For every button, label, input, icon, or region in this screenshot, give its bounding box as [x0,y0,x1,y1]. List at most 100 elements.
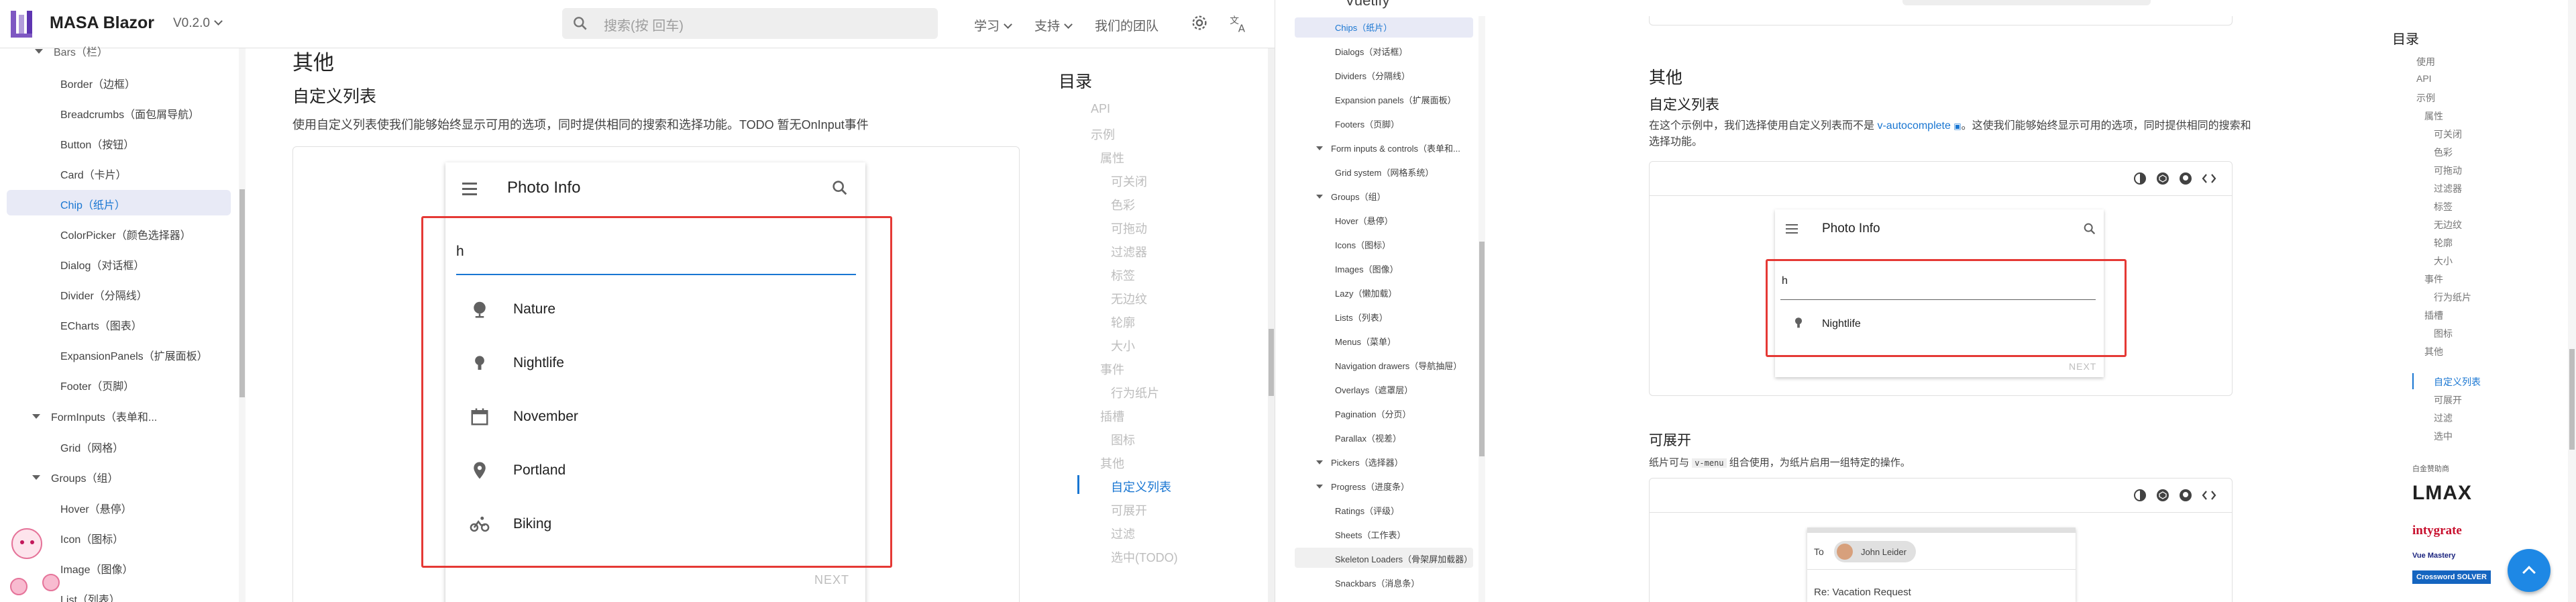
nav-support[interactable]: 支持 [1034,16,1073,34]
toc-item[interactable]: 插槽 [1100,407,1124,425]
toc-item[interactable]: 事件 [1100,360,1124,378]
toc-item[interactable]: 可拖动 [1111,219,1147,237]
sidebar-item-icons[interactable]: Icons（图标） [1335,238,1391,251]
sidebar-item-expansion-panels[interactable]: Expansion panels（扩展面板） [1335,93,1456,106]
sidebar-item-menus[interactable]: Menus（菜单） [1335,335,1396,348]
github-icon[interactable] [2179,489,2192,502]
next-button[interactable]: NEXT [2069,361,2096,372]
sidebar-item-image[interactable]: Image（图像） [60,560,133,576]
brand-title[interactable]: MASA Blazor [50,13,154,33]
toc-item[interactable]: 示例 [1091,126,1115,143]
toc-item[interactable]: 可展开 [2434,393,2462,407]
sidebar-item-colorpicker[interactable]: ColorPicker（颜色选择器） [60,226,191,242]
toc-item[interactable]: API [2416,73,2432,84]
github-icon[interactable] [2179,172,2192,185]
toc-item[interactable]: 属性 [1100,149,1124,166]
toc-item[interactable]: 行为纸片 [2434,291,2471,304]
translate-icon[interactable]: 文A [1229,13,1249,34]
sidebar-item-lazy[interactable]: Lazy（懒加载） [1335,287,1397,299]
toc-item[interactable]: 过滤 [1111,525,1135,542]
toc-item[interactable]: 色彩 [2434,146,2453,159]
vuetify-search-input[interactable] [1902,0,2151,5]
theme-invert-icon[interactable] [2133,172,2147,185]
sidebar-group-progress[interactable]: Progress（进度条） [1316,480,1409,493]
page-scroll-thumb[interactable] [2569,349,2575,450]
toc-item[interactable]: 轮廓 [2434,236,2453,250]
codepen-icon[interactable] [2156,172,2169,185]
toc-item[interactable]: 可拖动 [2434,164,2462,177]
sidebar-item-grid-system[interactable]: Grid system（网格系统） [1335,166,1434,179]
toc-item[interactable]: 其他 [1100,454,1124,472]
sidebar-item-footer[interactable]: Footer（页脚） [60,377,134,393]
codepen-icon[interactable] [2156,489,2169,502]
toc-item[interactable]: 无边纹 [2434,218,2462,232]
sponsor-intygrate[interactable]: intygrate [2412,523,2462,538]
version-select[interactable]: V0.2.0 [173,16,223,31]
toc-item[interactable]: 过滤 [2434,411,2453,425]
toc-item[interactable]: API [1091,102,1110,116]
sidebar-group-groups[interactable]: Groups（组） [1316,190,1386,203]
sidebar-item-hover[interactable]: Hover（悬停） [60,500,132,516]
sidebar-item-navigation-drawers[interactable]: Navigation drawers（导航抽屉） [1335,359,1462,372]
toc-item[interactable]: 使用 [2416,55,2435,68]
next-button[interactable]: NEXT [814,573,849,587]
sidebar-item-lists[interactable]: Lists（列表） [1335,311,1388,323]
code-icon[interactable] [2202,489,2216,502]
toc-item[interactable]: 大小 [2434,254,2453,268]
sidebar-group-groups[interactable]: Groups（组） [32,469,118,485]
sidebar-group-pickers[interactable]: Pickers（选择器） [1316,456,1403,468]
sidebar-item-echarts[interactable]: ECharts（图表） [60,317,142,333]
card-search-icon[interactable] [830,179,849,197]
nav-learn[interactable]: 学习 [974,16,1012,34]
toc-item[interactable]: 过滤器 [1111,243,1147,260]
toc-item[interactable]: 过滤器 [2434,182,2462,195]
sidebar-item-sheets[interactable]: Sheets（工作表） [1335,528,1405,541]
theme-invert-icon[interactable] [2133,489,2147,502]
sidebar-group-bars[interactable]: Bars（栏） [35,43,108,59]
sidebar-item-chips[interactable]: Chips（纸片） [1335,21,1392,34]
masa-logo-icon[interactable] [9,8,47,40]
code-icon[interactable] [2202,172,2216,185]
sidebar-item-hover[interactable]: Hover（悬停） [1335,214,1393,227]
page-scroll-thumb[interactable] [1269,329,1274,396]
toc-item[interactable]: 选中(TODO) [1111,548,1178,566]
sidebar-item-dialog[interactable]: Dialog（对话框） [60,256,144,272]
sidebar-item-border[interactable]: Border（边框） [60,75,136,91]
nav-team[interactable]: 我们的团队 [1095,16,1159,34]
sidebar-item-list[interactable]: List（列表） [60,591,120,602]
settings-gear-icon[interactable] [1190,13,1209,32]
sidebar-item-snackbars[interactable]: Snackbars（消息条） [1335,576,1419,589]
sidebar-item-overlays[interactable]: Overlays（遮罩层） [1335,383,1413,396]
toc-item[interactable]: 标签 [2434,200,2453,213]
sidebar-item-divider[interactable]: Divider（分隔线） [60,287,148,303]
sidebar-item-chip[interactable]: Chip（纸片） [60,196,125,212]
toc-item[interactable]: 轮廓 [1111,313,1135,331]
toc-item[interactable]: 选中 [2434,430,2453,443]
sidebar-item-dividers[interactable]: Dividers（分隔线） [1335,69,1410,82]
toc-item[interactable]: 图标 [2434,327,2453,340]
toc-item[interactable]: 其他 [2424,345,2443,358]
toc-item[interactable]: 事件 [2424,272,2443,286]
toc-item[interactable]: 插槽 [2424,309,2443,322]
sidebar-item-expansionpanels[interactable]: ExpansionPanels（扩展面板） [60,347,208,363]
sidebar-item-images[interactable]: Images（图像） [1335,262,1399,275]
toc-item[interactable]: 可关闭 [1111,172,1147,190]
sidebar-item-button[interactable]: Button（按钮） [60,136,134,152]
toc-item[interactable]: 色彩 [1111,196,1135,213]
page-scrollbar[interactable] [2568,0,2576,602]
sidebar-item-pagination[interactable]: Pagination（分页） [1335,407,1411,420]
toc-item[interactable]: 标签 [1111,266,1135,284]
sidebar-item-ratings[interactable]: Ratings（评级） [1335,504,1399,517]
sponsor-crossword-solver[interactable]: Crossword SOLVER [2412,570,2491,584]
sponsor-lmax[interactable]: LMAX [2412,482,2472,505]
sidebar-item-dialogs[interactable]: Dialogs（对话框） [1335,45,1407,58]
sidebar-item-icon[interactable]: Icon（图标） [60,530,123,546]
toc-item[interactable]: 行为纸片 [1111,384,1159,401]
sidebar-item-skeleton-loaders[interactable]: Skeleton Loaders（骨架屏加载器） [1335,552,1472,565]
sidebar-item-grid[interactable]: Grid（网格） [60,439,123,455]
toc-item[interactable]: 无边纹 [1111,290,1147,307]
v-autocomplete-link[interactable]: v-autocomplete [1877,120,1950,132]
toc-item-active[interactable]: 自定义列表 [1111,478,1171,495]
toc-item[interactable]: 属性 [2424,109,2443,123]
toc-item[interactable]: 可关闭 [2434,128,2462,141]
